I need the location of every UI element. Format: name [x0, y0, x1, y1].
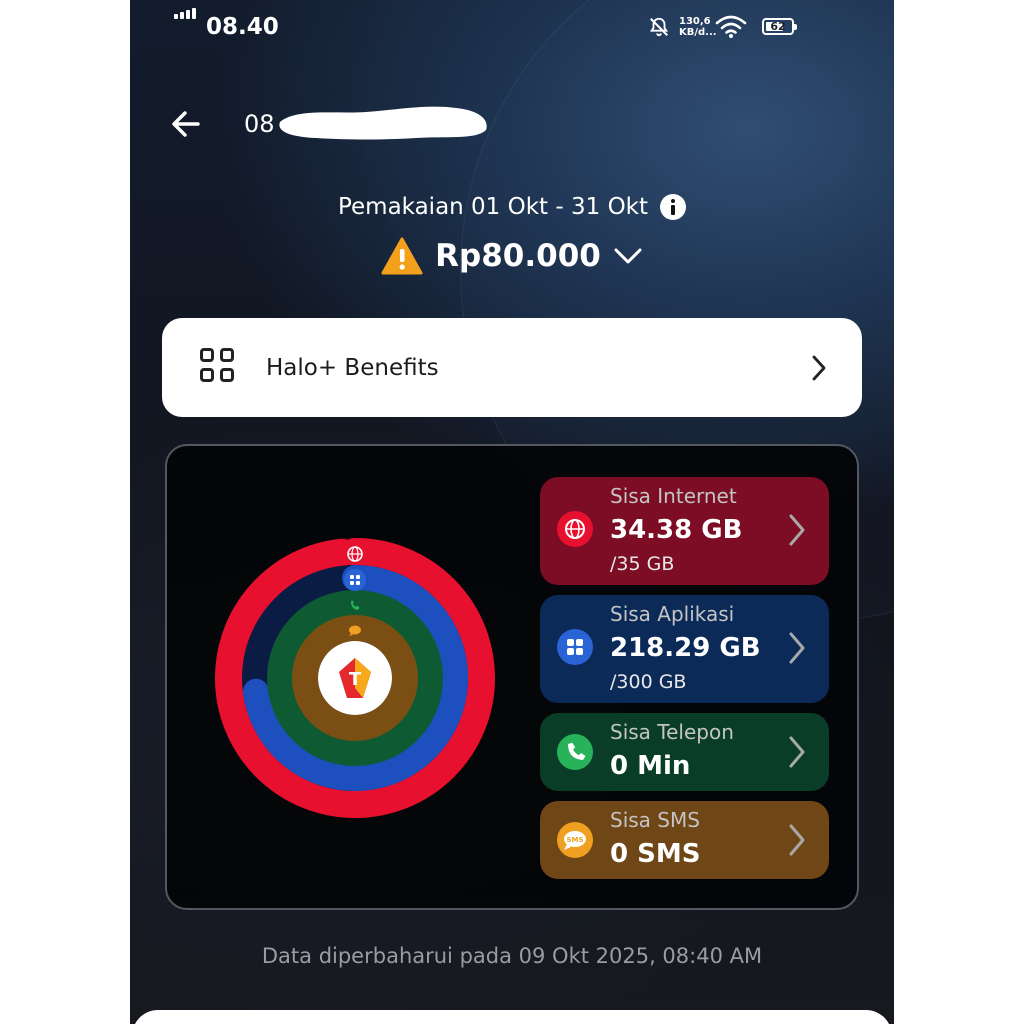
chevron-right-icon	[789, 824, 805, 856]
quota-internet-value: 34.38 GB	[610, 515, 743, 545]
bottom-sheet	[132, 1010, 892, 1024]
battery-level: 62	[770, 20, 786, 33]
quota-telepon-button[interactable]: Sisa Telepon 0 Min	[540, 713, 829, 791]
usage-amount: Rp80.000	[435, 238, 601, 274]
ring-apps-icon	[344, 569, 366, 591]
usage-amount-row[interactable]: Rp80.000	[130, 236, 894, 280]
apps-grid-icon	[198, 347, 238, 388]
battery-icon: 62	[762, 18, 797, 35]
halo-benefits-button[interactable]: Halo+ Benefits	[162, 318, 862, 417]
chevron-right-icon	[789, 632, 805, 664]
quota-aplikasi-title: Sisa Aplikasi	[610, 602, 735, 626]
quota-aplikasi-button[interactable]: Sisa Aplikasi 218.29 GB /300 GB	[540, 595, 829, 703]
quota-sms-title: Sisa SMS	[610, 808, 700, 832]
quota-internet-title: Sisa Internet	[610, 484, 737, 508]
halo-benefits-label: Halo+ Benefits	[266, 354, 439, 381]
phone-screen: 08.40 130,6 KB/d... 62 08 Pemakaian 01 O…	[130, 0, 894, 1024]
quota-internet-total: /35 GB	[610, 553, 675, 575]
data-updated-text: Data diperbaharui pada 09 Okt 2025, 08:4…	[261, 944, 763, 968]
quota-internet-button[interactable]: Sisa Internet 34.38 GB /35 GB	[540, 477, 829, 585]
chevron-down-icon[interactable]	[613, 246, 643, 266]
apps-icon	[557, 629, 593, 665]
telkomsel-logo-icon: T	[318, 641, 392, 715]
usage-period: Pemakaian 01 Okt - 31 Okt	[130, 194, 894, 220]
wifi-icon	[715, 15, 747, 38]
quota-aplikasi-total: /300 GB	[610, 671, 687, 693]
back-button[interactable]	[168, 106, 204, 142]
quota-telepon-title: Sisa Telepon	[610, 720, 734, 744]
bell-off-icon	[649, 17, 669, 37]
globe-icon	[557, 511, 593, 547]
quota-sms-button[interactable]: SMS Sisa SMS 0 SMS	[540, 801, 829, 879]
chevron-right-icon	[789, 736, 805, 768]
warning-triangle-icon	[381, 237, 423, 275]
phone-number: 08	[244, 110, 275, 138]
info-icon[interactable]	[660, 194, 687, 220]
chevron-right-icon	[812, 355, 826, 380]
quota-rings-chart: T	[215, 538, 495, 818]
quota-card: T Sisa Internet 34.38 GB /35 GB Sisa Apl…	[165, 444, 859, 910]
status-bar: 08.40 130,6 KB/d... 62	[130, 0, 894, 56]
phone-icon	[557, 734, 593, 770]
svg-text:SMS: SMS	[566, 836, 583, 844]
quota-sms-value: 0 SMS	[610, 839, 701, 869]
chevron-right-icon	[789, 514, 805, 546]
usage-period-label: Pemakaian 01 Okt - 31 Okt	[337, 194, 649, 220]
sms-bubble-icon: SMS	[557, 822, 593, 858]
quota-aplikasi-value: 218.29 GB	[610, 633, 761, 663]
svg-text:T: T	[349, 669, 362, 690]
status-time: 08.40	[206, 14, 279, 40]
redaction-mark	[279, 106, 487, 140]
network-speed: 130,6 KB/d...	[679, 16, 717, 38]
quota-telepon-value: 0 Min	[610, 751, 691, 781]
